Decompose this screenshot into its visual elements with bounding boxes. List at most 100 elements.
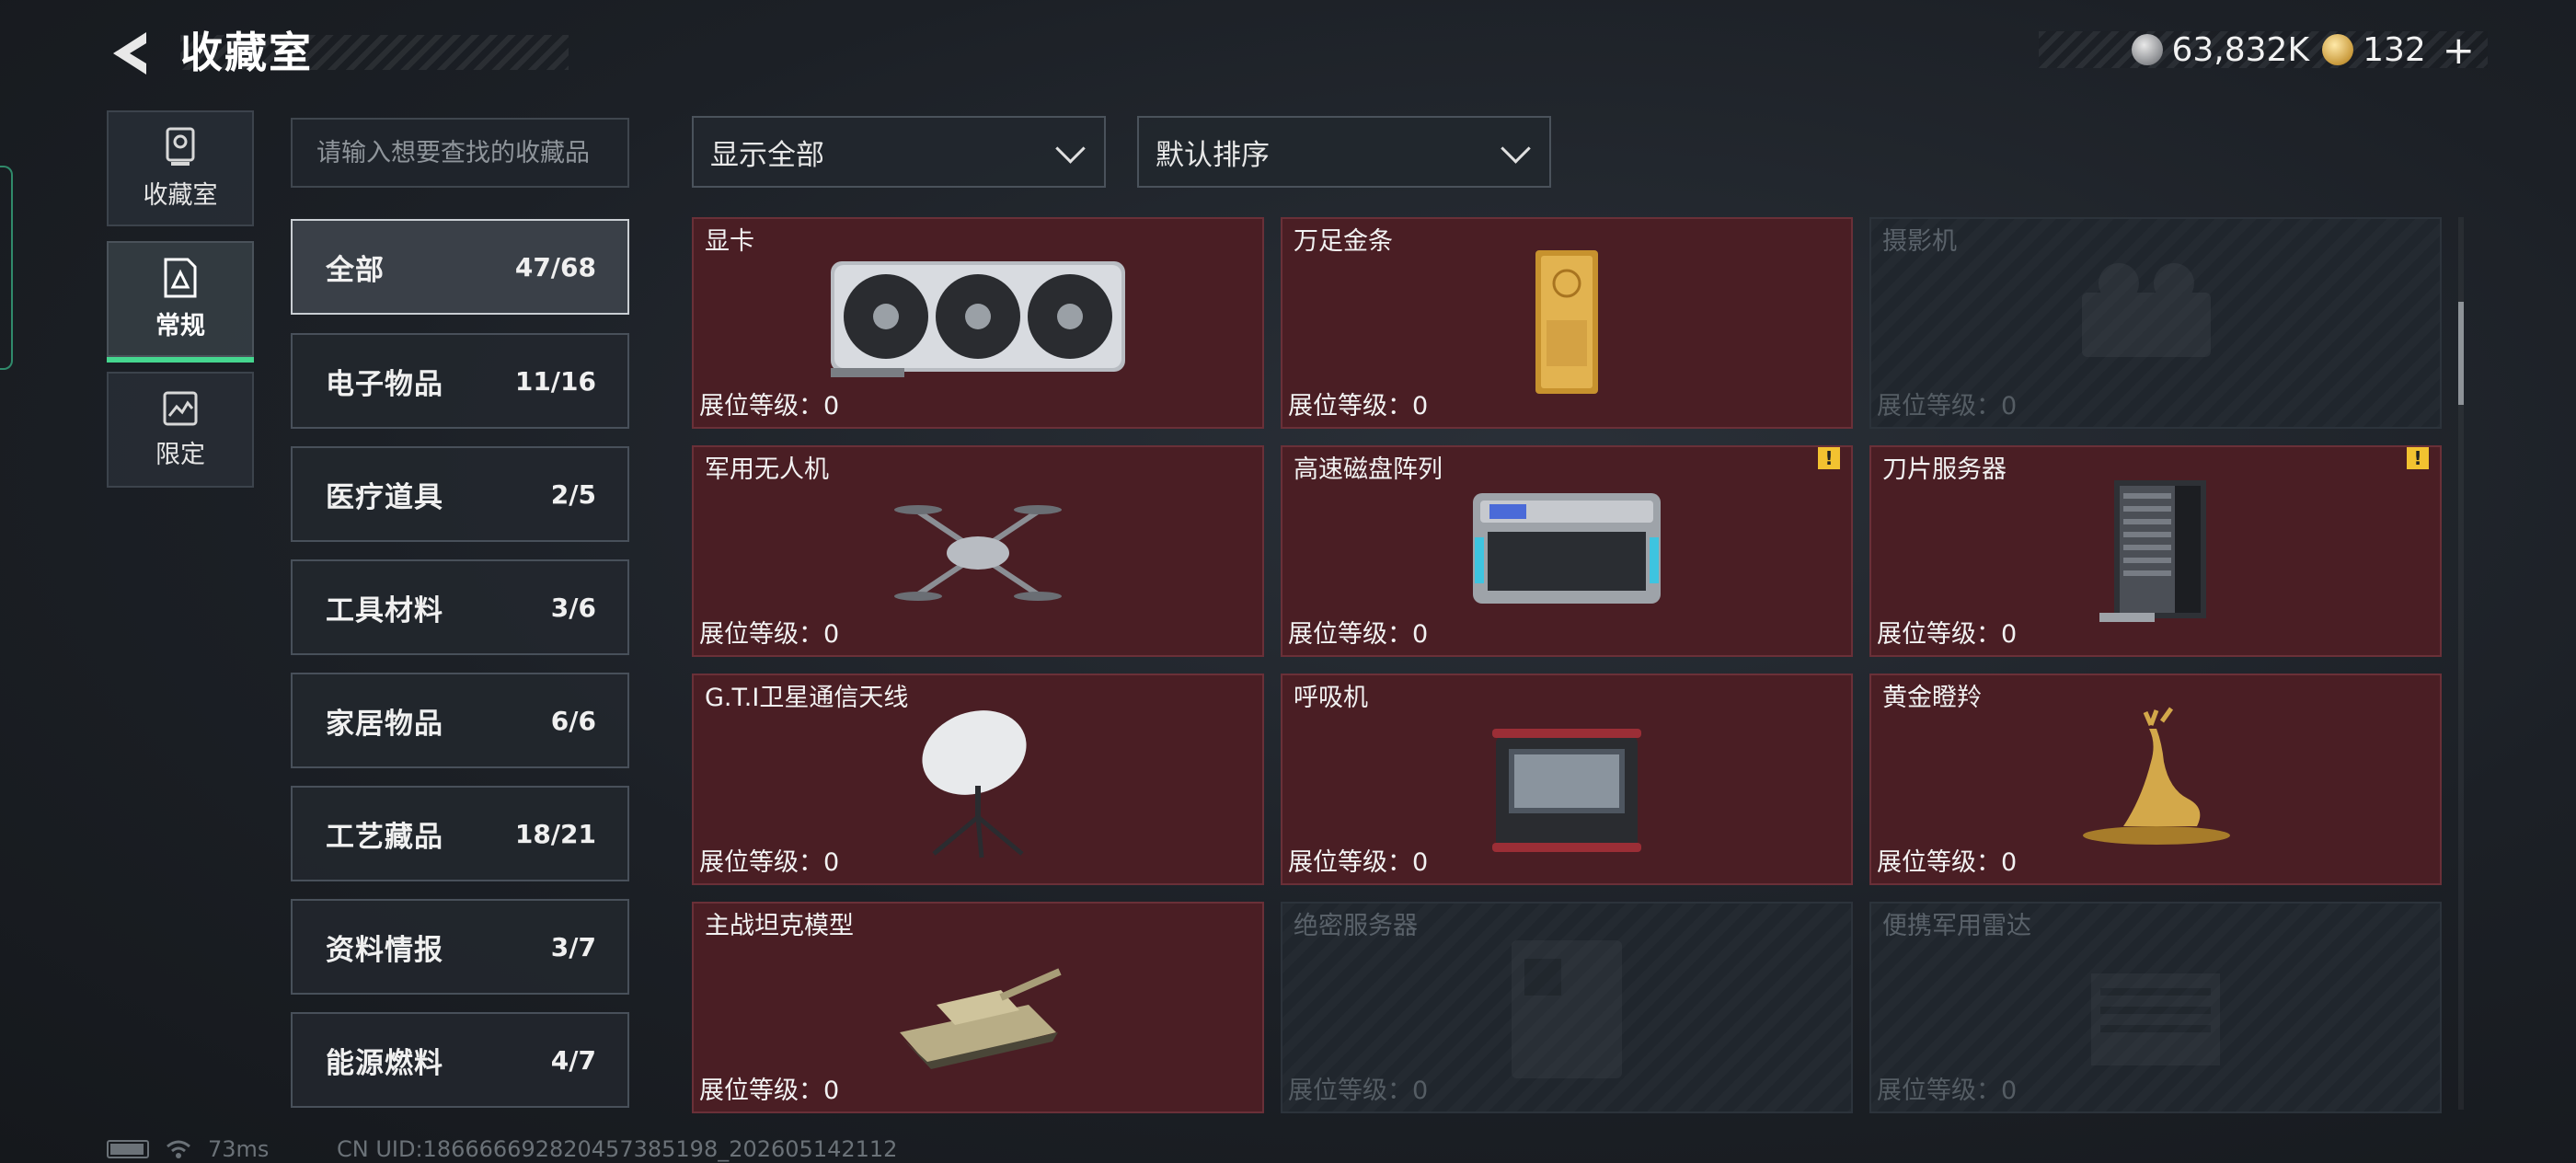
item-name: 呼吸机 (1294, 684, 1368, 712)
disk-array-icon (1473, 493, 1661, 604)
silver-coin-icon (2131, 34, 2163, 65)
category-tools[interactable]: 工具材料 3/6 (291, 559, 629, 655)
radar-icon (2091, 973, 2220, 1065)
edge-handle (0, 166, 13, 370)
collection-card-disk-array[interactable]: 高速磁盘阵列 ! 展位等级：0 (1281, 445, 1853, 657)
category-name: 家居物品 (326, 707, 443, 741)
status-bar: 73ms (107, 1135, 269, 1163)
scrollbar-thumb[interactable] (2458, 302, 2464, 405)
collection-card-ventilator[interactable]: 呼吸机 展位等级：0 (1281, 674, 1853, 885)
warning-icon: ! (2407, 447, 2429, 469)
booth-level: 展位等级：0 (1288, 620, 1429, 649)
trophy-icon (166, 127, 195, 166)
graphics-card-icon (831, 261, 1125, 377)
tab-regular[interactable]: 常规 (107, 241, 254, 363)
collection-card-graphics-card[interactable]: 显卡 展位等级：0 (692, 217, 1264, 429)
booth-level: 展位等级：0 (1877, 392, 2018, 420)
secret-server-icon (1512, 940, 1622, 1078)
display-filter-value: 显示全部 (710, 138, 824, 172)
booth-level: 展位等级：0 (1288, 392, 1429, 420)
add-currency-button[interactable]: + (2443, 28, 2475, 73)
back-button[interactable] (103, 28, 158, 79)
category-energy[interactable]: 能源燃料 4/7 (291, 1012, 629, 1108)
booth-level: 展位等级：0 (699, 620, 840, 649)
category-household[interactable]: 家居物品 6/6 (291, 673, 629, 768)
category-name: 能源燃料 (326, 1046, 443, 1080)
tab-collection-room[interactable]: 收藏室 (107, 110, 254, 226)
collection-card-portable-radar[interactable]: 便携军用雷达 展位等级：0 (1869, 902, 2442, 1113)
category-count: 3/7 (550, 931, 596, 962)
booth-level: 展位等级：0 (1288, 848, 1429, 877)
tab-label: 常规 (155, 311, 205, 340)
category-name: 医疗道具 (326, 480, 443, 514)
item-name: 显卡 (705, 227, 754, 256)
item-name: 黄金瞪羚 (1882, 684, 1982, 712)
item-name: 军用无人机 (705, 455, 829, 484)
collection-card-satellite-antenna[interactable]: G.T.I卫星通信天线 展位等级：0 (692, 674, 1264, 885)
collection-card-tank-model[interactable]: 主战坦克模型 展位等级：0 (692, 902, 1264, 1113)
booth-level: 展位等级：0 (1877, 620, 2018, 649)
display-filter-dropdown[interactable]: 显示全部 (692, 116, 1106, 188)
category-count: 47/68 (514, 251, 596, 282)
item-name: 刀片服务器 (1882, 455, 2007, 484)
category-medical[interactable]: 医疗道具 2/5 (291, 446, 629, 542)
blade-server-icon (2099, 480, 2206, 622)
gold-currency: 132 (2322, 31, 2426, 69)
collection-card-military-drone[interactable]: 军用无人机 展位等级：0 (692, 445, 1264, 657)
wifi-icon (167, 1140, 190, 1158)
battery-icon (107, 1140, 149, 1158)
category-crafts[interactable]: 工艺藏品 18/21 (291, 786, 629, 881)
tab-label: 限定 (155, 440, 205, 469)
tank-model-icon (900, 968, 1062, 1069)
item-name: 便携军用雷达 (1882, 912, 2031, 940)
item-name: 绝密服务器 (1294, 912, 1418, 940)
item-name: 摄影机 (1882, 227, 1957, 256)
category-count: 18/21 (514, 818, 596, 849)
grid-scrollbar[interactable] (2458, 217, 2464, 1110)
search-input[interactable] (291, 118, 629, 188)
collection-card-camera[interactable]: 摄影机 展位等级：0 (1869, 217, 2442, 429)
collection-grid: 显卡 展位等级：0 万足金条 展位等级：0 摄影机 展位等级：0 军用无人机 展… (692, 217, 2442, 1115)
camera-icon (2082, 263, 2211, 357)
category-name: 电子物品 (326, 367, 443, 401)
category-name: 全部 (326, 253, 385, 287)
gold-gazelle-icon (2083, 707, 2230, 845)
silver-currency: 63,832K (2131, 30, 2310, 69)
user-uid: CN UID:18666669282045738519​8_2026051421… (337, 1136, 898, 1162)
category-intel[interactable]: 资料情报 3/7 (291, 899, 629, 995)
document-icon (164, 258, 197, 297)
category-electronics[interactable]: 电子物品 11/16 (291, 333, 629, 429)
gold-amount: 132 (2363, 30, 2426, 69)
currency-bar: 63,832K 132 + (2039, 28, 2488, 73)
ping-value: 73ms (208, 1136, 270, 1162)
ventilator-icon (1492, 729, 1641, 852)
booth-level: 展位等级：0 (1288, 1077, 1429, 1105)
gold-coin-icon (2322, 34, 2354, 65)
sort-dropdown[interactable]: 默认排序 (1137, 116, 1551, 188)
collection-card-secret-server[interactable]: 绝密服务器 展位等级：0 (1281, 902, 1853, 1113)
booth-level: 展位等级：0 (1877, 848, 2018, 877)
item-name: 主战坦克模型 (705, 912, 854, 940)
collection-card-blade-server[interactable]: 刀片服务器 ! 展位等级：0 (1869, 445, 2442, 657)
back-arrow-icon (113, 32, 146, 75)
booth-level: 展位等级：0 (699, 848, 840, 877)
gold-bar-icon (1535, 250, 1598, 394)
tab-limited[interactable]: 限定 (107, 372, 254, 488)
category-all[interactable]: 全部 47/68 (291, 219, 629, 315)
item-name: 高速磁盘阵列 (1294, 455, 1443, 484)
category-name: 工艺藏品 (326, 820, 443, 854)
chevron-down-icon (1500, 136, 1531, 167)
booth-level: 展位等级：0 (699, 1077, 840, 1105)
collection-card-gold-bar[interactable]: 万足金条 展位等级：0 (1281, 217, 1853, 429)
silver-amount: 63,832K (2171, 30, 2310, 69)
collection-card-gold-gazelle[interactable]: 黄金瞪羚 展位等级：0 (1869, 674, 2442, 885)
category-count: 2/5 (550, 478, 596, 510)
sort-value: 默认排序 (1156, 138, 1270, 172)
booth-level: 展位等级：0 (699, 392, 840, 420)
category-count: 11/16 (514, 365, 596, 397)
category-count: 6/6 (550, 705, 596, 736)
category-name: 资料情报 (326, 933, 443, 967)
booth-level: 展位等级：0 (1877, 1077, 2018, 1105)
page-title: 收藏室 (180, 28, 313, 77)
category-name: 工具材料 (326, 593, 443, 628)
